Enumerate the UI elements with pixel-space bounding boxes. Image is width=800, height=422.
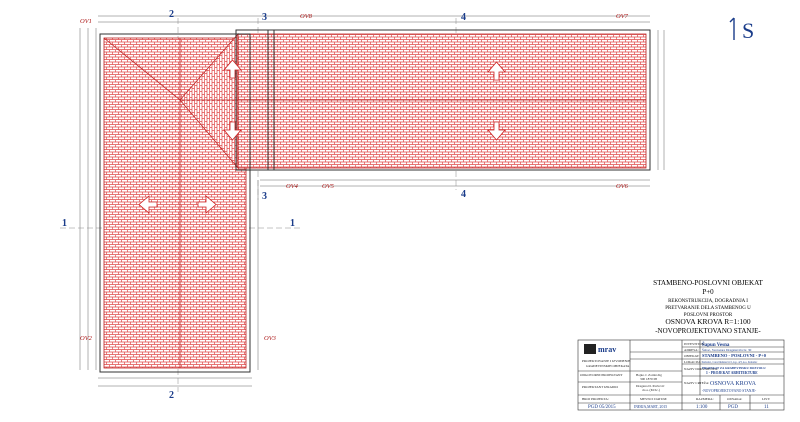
object-label: OBJEKAT:	[684, 354, 700, 358]
mark-label: OZNAKA:	[727, 397, 742, 401]
responsible-license: 300 1870 08	[640, 377, 657, 381]
marker-ov4: OV4	[286, 183, 299, 190]
section-1-right: 1	[290, 218, 295, 229]
project-title: STAMBENO-POSLOVNI OBJEKAT	[653, 279, 763, 287]
place-date-label: MESTO I DATUM:	[640, 397, 667, 401]
project-desc-1: REKONSTRUKCIJA, DOGRADNJA I	[668, 299, 748, 304]
responsible-label: ODGOVORNI PROJEKTANT	[580, 373, 624, 377]
drawing-label: NAZIV CRTEŽA:	[684, 380, 709, 385]
mark-value: PGD	[728, 405, 738, 410]
sheet-number-value: 11	[764, 405, 769, 410]
section-4-top: 4	[461, 12, 466, 23]
object-value: STAMBENO - POSLOVNI - P+0	[702, 353, 767, 358]
roof-plan: OV1 OV8 OV7 OV4 OV5 OV6 OV2 OV3 2 3 4 4 …	[60, 9, 785, 411]
section-2-bottom: 2	[169, 390, 174, 401]
designer-label: PROJEKTANT IZRADIO	[582, 385, 618, 389]
roof-wing-horizontal	[237, 33, 647, 169]
company-name: mrav	[598, 345, 616, 354]
section-4-bottom: 4	[461, 189, 466, 200]
sheet-title: OSNOVA KROVA R=1:100	[665, 317, 750, 326]
company-logo	[584, 344, 596, 354]
project-number-label: BROJ PROJEKTA:	[582, 397, 609, 401]
marker-ov6: OV6	[616, 183, 629, 190]
marker-ov5: OV5	[322, 183, 335, 190]
designer-license: d.i.a. (M.Sc.)	[642, 388, 660, 392]
document-value: PROJEKAT ZA GRAĐEVINSKU DOZVOLU	[702, 366, 766, 370]
project-number-value: PGD 05/2015	[588, 405, 616, 410]
drawing-value: OSNOVA KROVA	[710, 381, 757, 387]
section-3-top: 3	[262, 12, 267, 23]
company-sub-2: GRAĐEVINSKIH OBJEKATA	[586, 364, 630, 368]
address-label: ADRESA:	[684, 348, 699, 352]
drawing-value-2: -NOVOPROJEKTOVANO STANJE-	[702, 389, 757, 393]
marker-ov7: OV7	[616, 13, 629, 20]
section-1-left: 1	[62, 218, 67, 229]
company-sub-1: PROJEKTOVANJE I IZVOĐENJE	[582, 359, 630, 363]
north-arrow-icon	[729, 17, 735, 40]
sheet-number-label: LIST:	[762, 397, 770, 401]
marker-ov2: OV2	[80, 335, 93, 342]
section-2-top: 2	[169, 9, 174, 20]
project-floors: P+0	[702, 288, 714, 296]
document-value-2: 1 - PROJEKAT ARHITEKTURE	[706, 371, 758, 375]
north-letter: S	[742, 18, 754, 43]
marker-ov8: OV8	[300, 13, 313, 20]
section-3-mid: 3	[262, 191, 267, 202]
scale-label: RAZMERA:	[696, 397, 714, 401]
drawing-canvas: OV1 OV8 OV7 OV4 OV5 OV6 OV2 OV3 2 3 4 4 …	[0, 0, 800, 417]
marker-ov3: OV3	[264, 335, 277, 342]
place-date-value: INĐIJA,MART, 2015	[634, 405, 667, 410]
location-label: LOKACIJA:	[684, 360, 702, 364]
scale-value: 1:100	[696, 405, 708, 410]
marker-ov1: OV1	[80, 18, 92, 25]
location-value: Kabalac, Cara Dušana br.5, k.p. 4/3, k.o…	[702, 361, 758, 364]
project-desc-2: PRETVARANJE DELA STAMBENOG U	[665, 306, 751, 311]
sheet-state: -NOVOPROJEKTOVANO STANJE-	[655, 327, 761, 335]
